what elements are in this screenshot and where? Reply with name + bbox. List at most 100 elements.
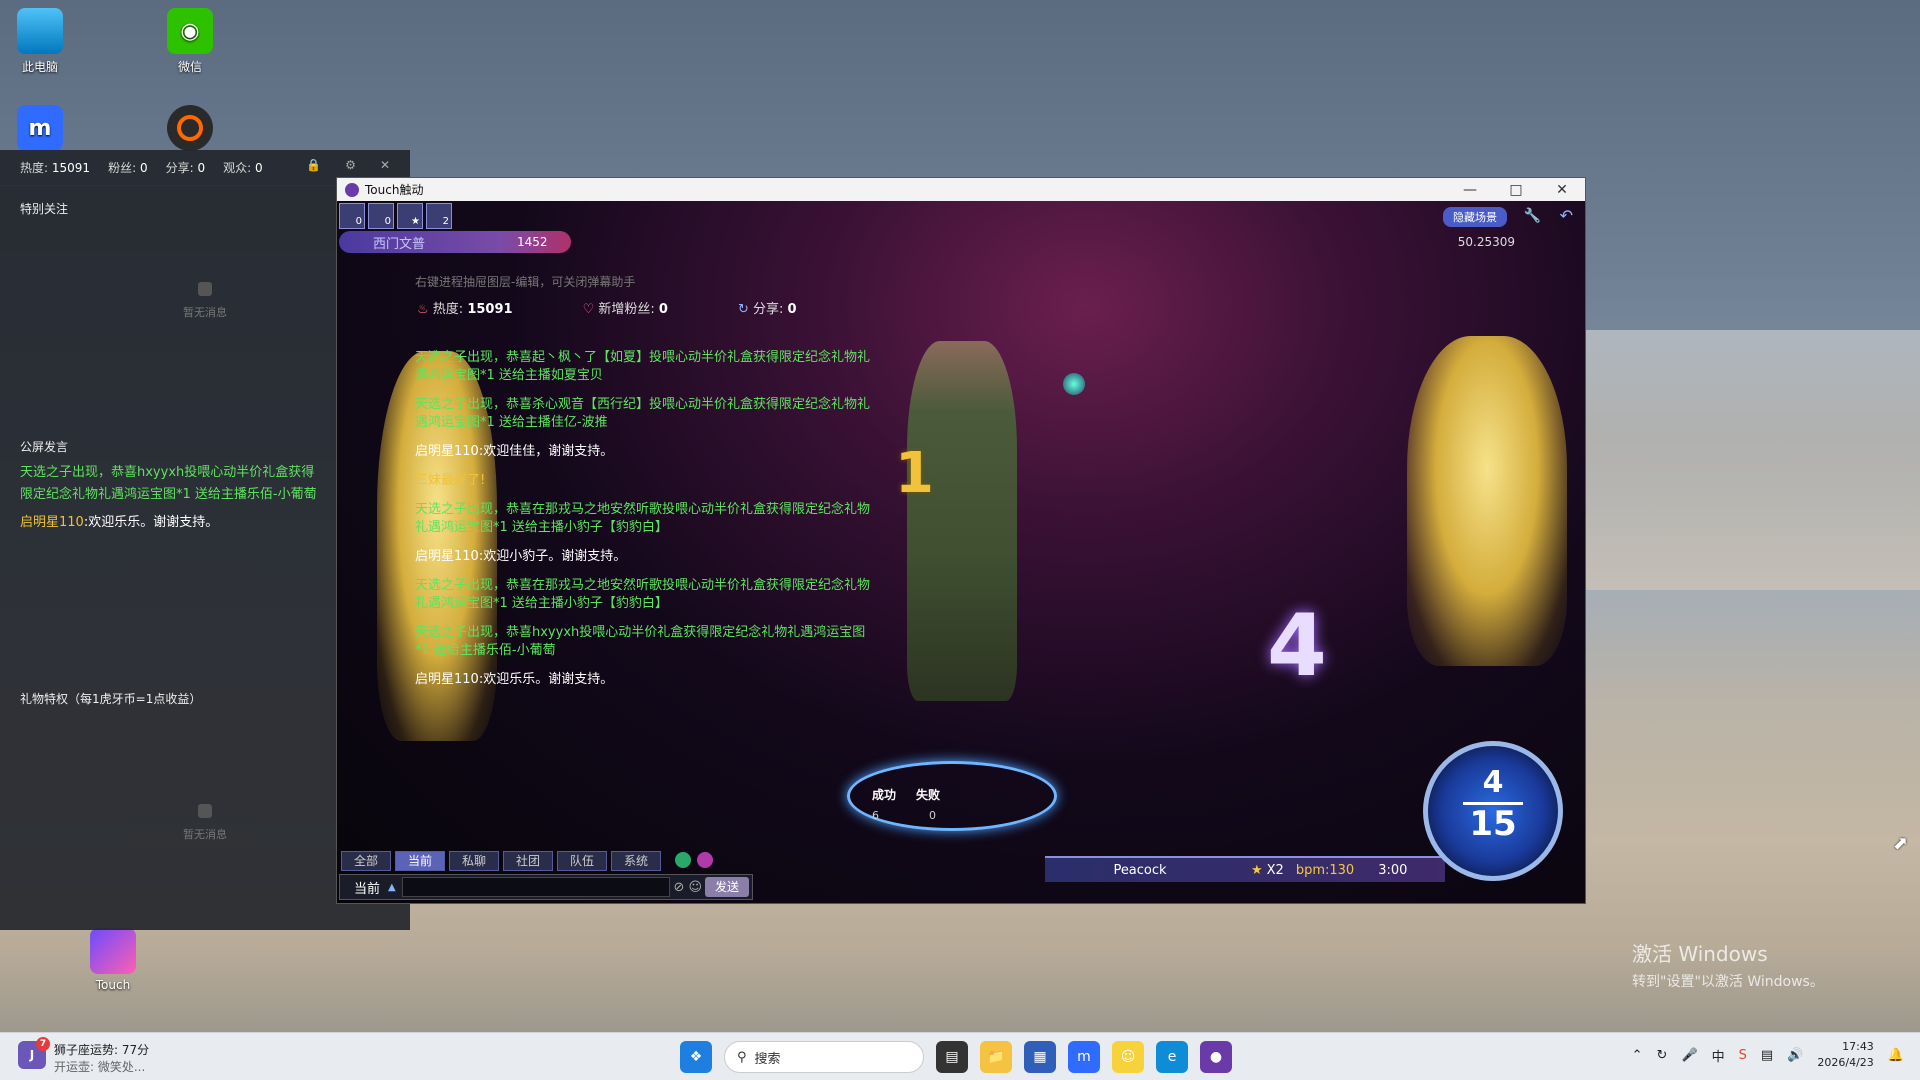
taskbar: J7 狮子座运势: 77分 开运壶: 微笑处... ❖ ⚲ 搜索 ▤ 📁 ▦ m… [0,1032,1920,1080]
stage-chat-line: 启明星110:欢迎乐乐。谢谢支持。 [415,672,614,687]
stage-chat-line: 天选之子出现，恭喜hxyyxh投喂心动半价礼盒获得限定纪念礼物礼遇鸿运宝图*1 … [415,625,866,658]
tab-all[interactable]: 全部 [341,851,391,871]
smiley-icon[interactable]: ☺ [688,880,702,895]
star-icon: ★ [1251,862,1263,878]
song-duration: 3:00 [1378,862,1408,878]
touch-game-icon [90,928,136,974]
taskbar-apps: ❖ ⚲ 搜索 ▤ 📁 ▦ m ☺ e ● [680,1041,1232,1073]
network-icon[interactable]: ▤ [1761,1048,1773,1063]
minimize-button[interactable]: — [1447,182,1493,198]
edge-icon[interactable]: e [1156,1041,1188,1073]
heart-icon: ♡ [582,302,595,317]
song-info-bar: Peacock ★ X2 bpm:130 3:00 [1045,856,1445,882]
emoji-green-icon[interactable] [675,852,691,868]
tab-team[interactable]: 队伍 [557,851,607,871]
globe-icon [1063,373,1085,395]
tab-private[interactable]: 私聊 [449,851,499,871]
activation-watermark: 激活 Windows 转到"设置"以激活 Windows。 [1632,942,1824,990]
chat-input[interactable] [401,877,670,897]
volume-icon[interactable]: 🔊 [1787,1048,1803,1063]
desktop-icon-touch[interactable]: Touch [73,928,153,992]
desktop-icon-app-m[interactable]: m [0,105,80,155]
round-total: 15 [1463,802,1523,843]
song-bpm: bpm:130 [1295,862,1355,878]
chat-scope[interactable]: 当前 [340,878,380,897]
game-helper-icon[interactable]: ☺ [1112,1041,1144,1073]
scope-up-icon[interactable]: ▲ [388,882,396,893]
stage-chat-line: 天选之子出现，恭喜起丶枫丶了【如夏】投喂心动半价礼盒获得限定纪念礼物礼遇鸿运宝图… [415,350,871,383]
heat-value: 15091 [51,161,91,175]
mouse-cursor-icon: ⬈ [1893,833,1909,854]
chevron-up-icon[interactable]: ⌃ [1632,1048,1643,1063]
close-button[interactable]: ✕ [1539,182,1585,198]
hud-slots: 0 0 ★ 2 [339,203,452,229]
close-icon[interactable]: ✕ [380,158,390,172]
sync-icon[interactable]: ↻ [1657,1048,1668,1063]
fans-value: 0 [139,161,148,175]
wrench-icon[interactable]: 🔧 [1524,208,1541,224]
panel-controls: 🔒 ⚙ ✕ [306,158,390,172]
desktop-icon-wechat[interactable]: ◉ 微信 [150,8,230,75]
taskbar-search[interactable]: ⚲ 搜索 [724,1041,924,1073]
empty-icon [198,804,212,818]
system-tray: ⌃ ↻ 🎤 中 S ▤ 🔊 17:43 2026/4/23 🔔 [1632,1039,1904,1071]
widget-badge: 7 [36,1037,50,1051]
share-icon: ↻ [737,302,749,317]
desktop-icon-record[interactable] [150,105,230,155]
game-window: Touch触动 — □ ✕ 0 0 ★ 2 西门文普 1452 右键进程抽屉图层… [336,177,1586,904]
rank-number: 1 [895,441,934,506]
touch-game-icon[interactable]: ● [1200,1041,1232,1073]
notification-icon[interactable]: 🔔 [1888,1048,1904,1063]
task-view-icon[interactable]: ▤ [936,1041,968,1073]
player-score: 1452 [517,235,548,249]
wechat-icon: ◉ [167,8,213,54]
chat-tabs: 全部 当前 私聊 社团 队伍 系统 [341,851,661,871]
window-title: Touch触动 [365,183,424,197]
no-icon[interactable]: ⊘ [674,880,685,895]
judge-values: 6 0 [872,809,936,822]
settings-icon[interactable]: ⚙ [345,158,356,172]
combo-number: 4 [1267,596,1327,696]
chat-input-bar: 当前 ▲ ⊘ ☺ 发送 [339,874,753,900]
hide-scene-button[interactable]: 隐藏场景 [1443,207,1507,227]
app-m-icon[interactable]: m [1068,1041,1100,1073]
start-icon[interactable]: ❖ [680,1041,712,1073]
undo-icon[interactable]: ↶ [1560,206,1573,225]
taskbar-widget[interactable]: J7 狮子座运势: 77分 开运壶: 微笑处... [18,1037,149,1075]
gold-dancer-right [1407,336,1567,666]
judge-labels: 成功 失败 [872,786,940,803]
hud-slot[interactable]: 0 [368,203,394,229]
maximize-button[interactable]: □ [1493,182,1539,198]
widget-icon: J7 [18,1037,50,1069]
tab-current[interactable]: 当前 [395,851,445,871]
viewers-value: 0 [254,161,263,175]
stage-chat-line: 天选之子出现，恭喜在那戎马之地安然听歌投喂心动半价礼盒获得限定纪念礼物礼遇鸿运宝… [415,502,871,535]
song-multiplier: X2 [1266,862,1284,878]
microphone-icon[interactable]: 🎤 [1681,1048,1697,1063]
record-icon [167,105,213,151]
stage-chat-line: 三妹最好了! [415,473,486,488]
file-explorer-icon[interactable]: 📁 [980,1041,1012,1073]
sogou-icon[interactable]: S [1739,1048,1747,1063]
star-slot-icon[interactable]: ★ [397,203,423,229]
fail-value: 0 [929,809,936,822]
game-stage[interactable]: 0 0 ★ 2 西门文普 1452 右键进程抽屉图层-编辑，可关闭弹幕助手 ♨ … [337,201,1585,903]
success-value: 6 [872,809,879,822]
tab-club[interactable]: 社团 [503,851,553,871]
hud-slot[interactable]: 2 [426,203,452,229]
success-label: 成功 [872,788,897,802]
lock-icon[interactable]: 🔒 [306,158,321,172]
public-chat-line: 天选之子出现，恭喜hxyyxh投喂心动半价礼盒获得限定纪念礼物礼遇鸿运宝图*1 … [20,465,317,502]
send-button[interactable]: 发送 [705,877,749,897]
stage-chat-line: 天选之子出现，恭喜在那戎马之地安然听歌投喂心动半价礼盒获得限定纪念礼物礼遇鸿运宝… [415,578,871,611]
desktop-icon-this-pc[interactable]: 此电脑 [0,8,80,75]
hud-slot[interactable]: 0 [339,203,365,229]
emoji-purple-icon[interactable] [697,852,713,868]
touch-app-icon [345,182,359,197]
player-avatar [907,341,1017,701]
clock[interactable]: 17:43 2026/4/23 [1817,1039,1873,1071]
store-icon[interactable]: ▦ [1024,1041,1056,1073]
overlay-hint: 右键进程抽屉图层-编辑，可关闭弹幕助手 [415,275,636,289]
ime-indicator[interactable]: 中 [1712,1046,1725,1065]
tab-system[interactable]: 系统 [611,851,661,871]
